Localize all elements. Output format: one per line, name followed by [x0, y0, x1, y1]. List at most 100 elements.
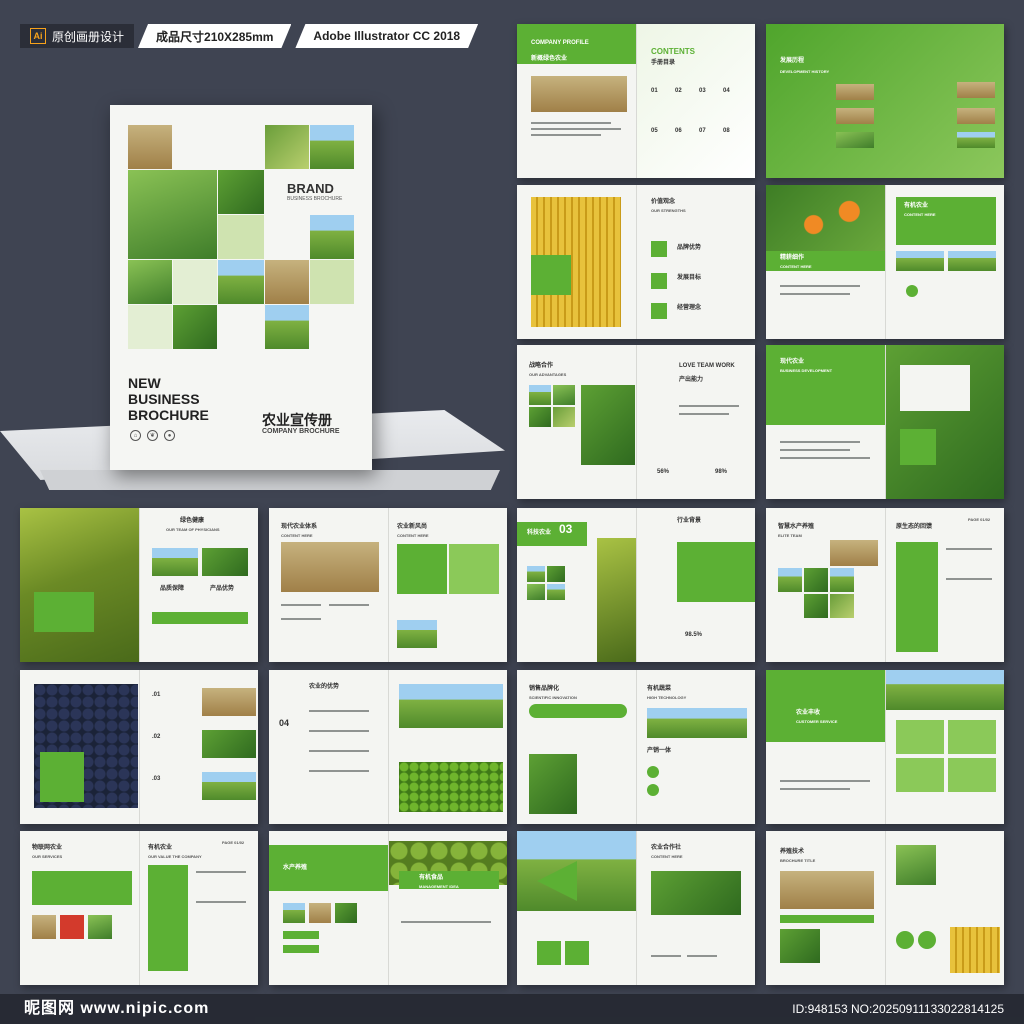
cover-brand: BRAND — [287, 181, 334, 196]
cover-title-line: BUSINESS — [128, 391, 200, 407]
spread-green-health: 绿色健康 OUR TEAM OF PHYSICIANS 品质保障 产品优势 — [20, 508, 258, 662]
spread-subheading: 新概绿色农业 — [531, 56, 568, 62]
toc-number: 03 — [699, 88, 706, 94]
cover-title-line: BROCHURE — [128, 407, 209, 423]
spread-heading: 农业的优势 — [309, 684, 340, 690]
cover-photo-field — [310, 125, 354, 169]
spread-contents: COMPANY PROFILE 新概绿色农业 CONTENTS 手册目录 01 … — [517, 24, 755, 178]
spread-heading: 水产养殖 — [283, 865, 308, 871]
spread-subheading: OUR TEAM OF PHYSICIANS — [166, 527, 220, 532]
spread-heading: 行业背景 — [677, 518, 702, 524]
spread-subheading: SCIENTIFIC INNOVATION — [529, 695, 577, 700]
spread-heading: 精耕细作 — [780, 255, 805, 261]
spread-subheading: CUSTOMER SERVICE — [796, 719, 838, 724]
toc-number: 08 — [723, 128, 730, 134]
spread-history: 发展历程 DEVELOPMENT HISTORY — [766, 24, 1004, 178]
design-tag: Ai 原创画册设计 — [20, 24, 135, 48]
watermark-bar: 昵图网 www.nipic.com ID:948153 NO:202509111… — [0, 994, 1024, 1024]
value-item: 发展目标 — [677, 275, 702, 281]
toc-number: 05 — [651, 128, 658, 134]
section-number: 03 — [559, 522, 573, 536]
spread-subheading: CONTENT HERE — [904, 212, 936, 217]
toc-number: 04 — [723, 88, 730, 94]
spread-heading: LOVE TEAM WORK — [679, 363, 735, 369]
home-icon: ⌂ — [130, 430, 141, 441]
cover-photo-fruit — [265, 125, 309, 169]
spread-subheading: OUR SERVICES — [32, 854, 63, 859]
spread-heading: 智慧水产养殖 — [778, 524, 815, 530]
leaf-icon: ❦ — [147, 430, 158, 441]
cover-title: NEW BUSINESS BROCHURE — [128, 375, 209, 423]
value-item: 品牌优势 — [677, 245, 702, 251]
spread-heading: 有机食品 — [419, 875, 444, 881]
spread-aquaculture: 智慧水产养殖 ELITE TEAM 原生态的回馈 PAGE 01/02 — [766, 508, 1004, 662]
toc-number: 01 — [651, 88, 658, 94]
cover-photo-hills — [218, 260, 264, 304]
spread-heading: COMPANY PROFILE — [531, 40, 589, 46]
spread-iot: 物联网农业 OUR SERVICES 有机农业 OUR VALUE THE CO… — [20, 831, 258, 985]
brochure-cover: BRAND BUSINESS BROCHURE NEW BUSINESS BRO… — [110, 105, 372, 470]
list-number: .02 — [152, 734, 161, 740]
spread-heading: 有机农业 — [148, 845, 173, 851]
design-label: 原创画册设计 — [52, 29, 125, 44]
cover-title-cn: 农业宣传册 — [262, 412, 332, 428]
location-icon: ● — [164, 430, 175, 441]
spread-heading: 养殖技术 — [780, 849, 805, 855]
page-number: PAGE 01/02 — [222, 840, 245, 845]
size-tag: 成品尺寸210X285mm — [138, 24, 291, 48]
spread-breeding: 养殖技术 BROCHURE TITLE — [766, 831, 1004, 985]
spread-subheading: BUSINESS DEVELOPMENT — [780, 368, 833, 373]
spread-sales: 销售品牌化 SCIENTIFIC INNOVATION 有机蔬菜 HIGH TE… — [517, 670, 755, 824]
spread-blueberry: .01 .02 .03 — [20, 670, 258, 824]
spread-organic: 精耕细作 CONTENT HERE 有机农业 CONTENT HERE — [766, 185, 1004, 339]
illustrator-icon: Ai — [30, 28, 46, 44]
spread-heading: 农业丰收 — [796, 710, 821, 716]
spread-subheading: HIGH TECHNOLOGY — [647, 695, 687, 700]
cover-tile — [310, 260, 354, 304]
spread-subheading: CONTENT HERE — [281, 533, 313, 538]
spread-subheading: 手册目录 — [651, 60, 676, 66]
top-tag-bar: Ai 原创画册设计 成品尺寸210X285mm Adobe Illustrato… — [20, 24, 478, 48]
spread-heading: 有机农业 — [904, 203, 929, 209]
spread-subheading: OUR STRENGTHS — [651, 208, 686, 213]
feature-item: 品质保障 — [160, 586, 185, 592]
cover-tile — [128, 305, 172, 349]
cover-photo-meadow — [310, 215, 354, 259]
spread-heading: 物联网农业 — [32, 845, 63, 851]
software-tag: Adobe Illustrator CC 2018 — [295, 24, 478, 48]
spread-heading: 现代农业体系 — [281, 524, 318, 530]
spread-advantages: 农业的优势 04 — [269, 670, 507, 824]
spread-harvest: 农业丰收 CUSTOMER SERVICE — [766, 670, 1004, 824]
spread-subheading: MANAGEMENT IDEA — [419, 884, 459, 889]
spread-heading: 产销一体 — [647, 748, 672, 754]
watermark-id: ID:948153 NO:20250911133022814125 — [792, 1002, 1004, 1016]
spread-heading: 有机蔬菜 — [647, 686, 672, 692]
cover-brand-sub: BUSINESS BROCHURE — [287, 196, 343, 202]
cover-icon-row: ⌂ ❦ ● — [130, 430, 175, 441]
cover-title-line: NEW — [128, 375, 161, 391]
cover-title-en: COMPANY BROCHURE — [262, 428, 340, 435]
spread-subheading: BROCHURE TITLE — [780, 858, 816, 863]
cover-tile — [173, 260, 217, 304]
spread-subheading: CONTENT HERE — [397, 533, 429, 538]
spread-subheading: CONTENT HERE — [651, 854, 683, 859]
spread-heading: 战略合作 — [529, 363, 554, 369]
cover-photo-tractor — [128, 260, 172, 304]
spread-strategy: 战略合作 OUR ADVANTAGES LOVE TEAM WORK 产出能力 … — [517, 345, 755, 499]
spread-subheading: ELITE TEAM — [778, 533, 802, 538]
spread-heading: 现代农业 — [780, 359, 805, 365]
spread-subheading: 产出能力 — [679, 377, 704, 383]
cover-tile — [218, 215, 264, 259]
spread-modern-system: 现代农业体系 CONTENT HERE 农业新风尚 CONTENT HERE — [269, 508, 507, 662]
spread-subheading: OUR VALUE THE COMPANY — [148, 854, 202, 859]
list-number: .01 — [152, 692, 161, 698]
spread-photo — [531, 76, 627, 112]
spread-heading: 发展历程 — [780, 58, 805, 64]
page-number: PAGE 01/02 — [968, 517, 991, 522]
spread-subheading: DEVELOPMENT HISTORY — [780, 69, 830, 74]
spread-modern: 现代农业 BUSINESS DEVELOPMENT — [766, 345, 1004, 499]
spread-subheading: CONTENT HERE — [780, 264, 812, 269]
cover-photo-seedling — [128, 170, 217, 259]
toc-number: 06 — [675, 128, 682, 134]
cover-photo-terrace — [218, 170, 264, 214]
